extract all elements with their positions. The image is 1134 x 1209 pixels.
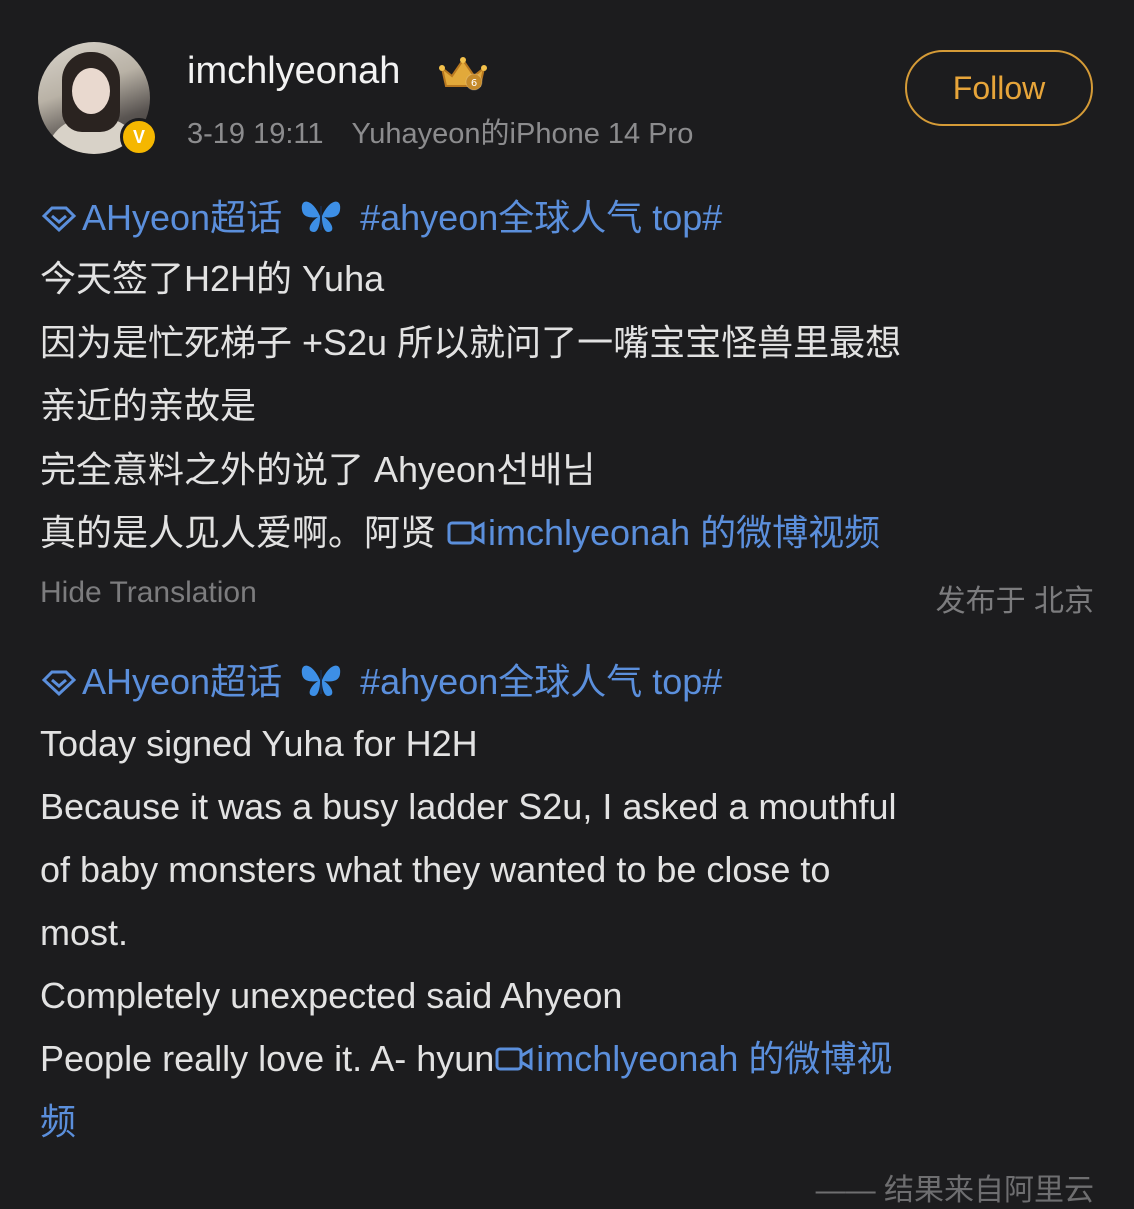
post-device: Yuhayeon的iPhone 14 Pro: [351, 118, 694, 150]
post-location: 发布于 北京: [935, 585, 1094, 618]
svg-text:6: 6: [471, 78, 477, 89]
butterfly-emoji-icon: [301, 201, 341, 232]
topic-diamond-icon: [41, 670, 77, 697]
post-text-line: 亲近的亲故是: [40, 385, 257, 426]
super-topic-link[interactable]: AHyeon超话: [40, 661, 292, 702]
follow-button[interactable]: Follow: [905, 50, 1093, 126]
video-link[interactable]: imchlyeonah 的微博视: [494, 1038, 892, 1079]
translated-text-fragment: People really love it. A- hyun: [40, 1038, 495, 1079]
post-text-line: 完全意料之外的说了 Ahyeon선배님: [40, 449, 596, 490]
video-link-continued[interactable]: 频: [40, 1101, 76, 1142]
translated-text-line: People really love it. A- hyun imchlyeona…: [40, 1039, 892, 1079]
super-topic-link[interactable]: AHyeon超话: [40, 197, 292, 238]
video-icon: [495, 1047, 533, 1071]
post-meta: 3-19 19:11 Yuhayeon的iPhone 14 Pro: [187, 110, 693, 152]
crown-badge-icon: 6: [439, 57, 487, 91]
topic-line: AHyeon超话 #ahyeon全球人气 top#: [40, 660, 722, 702]
username[interactable]: imchlyeonah: [187, 50, 400, 93]
translation-credit: —— 结果来自阿里云: [815, 1174, 1094, 1207]
topic-line: AHyeon超话 #ahyeon全球人气 top#: [40, 196, 722, 238]
post-text-line: 真的是人见人爱啊。阿贤 imchlyeonah 的微博视频: [40, 513, 880, 553]
post-text-fragment: 真的是人见人爱啊。阿贤: [40, 512, 447, 553]
video-icon: [447, 521, 485, 545]
translated-text-line: of baby monsters what they wanted to be …: [40, 849, 831, 890]
translated-text-line: Today signed Yuha for H2H: [40, 723, 478, 764]
topic-diamond-icon: [41, 206, 77, 233]
hide-translation-link[interactable]: Hide Translation: [40, 576, 257, 610]
post-header: V imchlyeonah 6 3-19 19:11 Yuhayeon的iPhon…: [0, 0, 1134, 175]
translated-text-line: most.: [40, 912, 129, 953]
hashtag-link[interactable]: #ahyeon全球人气 top#: [360, 197, 722, 238]
verified-badge-icon: V: [120, 118, 158, 156]
hashtag-link[interactable]: #ahyeon全球人气 top#: [360, 661, 722, 702]
post-text-line: 今天签了H2H的 Yuha: [40, 258, 385, 299]
post-text-line: 因为是忙死梯子 +S2u 所以就问了一嘴宝宝怪兽里最想: [40, 322, 902, 363]
translated-text-line: 频: [40, 1102, 76, 1142]
post-timestamp: 3-19 19:11: [187, 118, 324, 150]
video-link[interactable]: imchlyeonah 的微博视频: [446, 512, 880, 553]
translated-text-line: Because it was a busy ladder S2u, I aske…: [40, 786, 897, 827]
translated-text-line: Completely unexpected said Ahyeon: [40, 975, 623, 1016]
butterfly-emoji-icon: [301, 665, 341, 696]
